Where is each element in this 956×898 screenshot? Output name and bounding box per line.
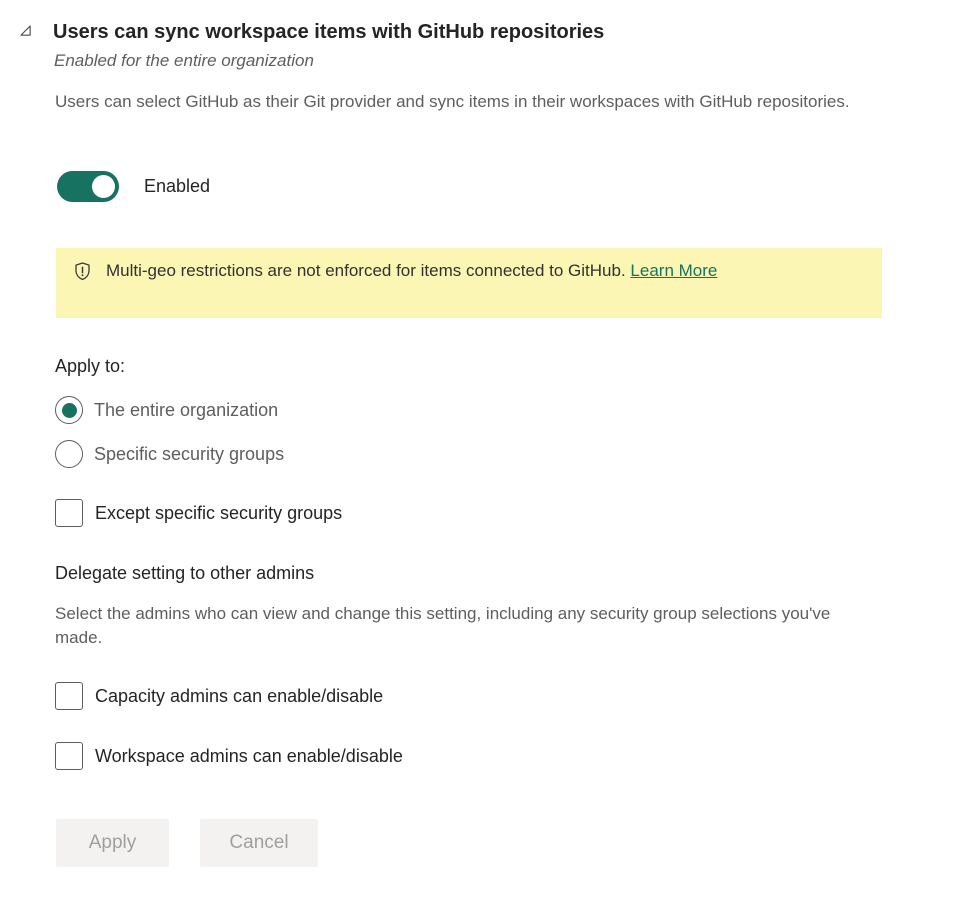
- radio-label: Specific security groups: [94, 444, 284, 465]
- enabled-toggle[interactable]: [57, 171, 119, 202]
- checkbox-except-security-groups[interactable]: Except specific security groups: [55, 499, 342, 527]
- checkbox-capacity-admins[interactable]: Capacity admins can enable/disable: [55, 682, 383, 710]
- tenant-setting-panel: Users can sync workspace items with GitH…: [0, 0, 956, 898]
- checkbox-label: Workspace admins can enable/disable: [95, 746, 403, 767]
- radio-entire-organization[interactable]: The entire organization: [55, 396, 278, 424]
- radio-specific-security-groups[interactable]: Specific security groups: [55, 440, 284, 468]
- setting-status-line: Enabled for the entire organization: [54, 51, 314, 71]
- action-buttons: Apply Cancel: [56, 819, 318, 867]
- enabled-toggle-row: Enabled: [57, 171, 210, 202]
- checkbox-box[interactable]: [55, 742, 83, 770]
- apply-button[interactable]: Apply: [56, 819, 169, 867]
- learn-more-link[interactable]: Learn More: [630, 261, 717, 280]
- multi-geo-warning-banner: Multi-geo restrictions are not enforced …: [56, 248, 882, 318]
- collapse-triangle-icon[interactable]: [19, 24, 32, 37]
- checkbox-label: Capacity admins can enable/disable: [95, 686, 383, 707]
- banner-text: Multi-geo restrictions are not enforced …: [106, 258, 811, 283]
- radio-button-unselected[interactable]: [55, 440, 83, 468]
- delegate-heading: Delegate setting to other admins: [55, 563, 314, 584]
- cancel-button[interactable]: Cancel: [200, 819, 318, 867]
- toggle-knob: [92, 175, 115, 198]
- banner-message: Multi-geo restrictions are not enforced …: [106, 261, 626, 280]
- apply-to-label: Apply to:: [55, 356, 125, 377]
- checkbox-box[interactable]: [55, 682, 83, 710]
- toggle-state-label: Enabled: [144, 176, 210, 197]
- checkbox-box[interactable]: [55, 499, 83, 527]
- setting-title: Users can sync workspace items with GitH…: [53, 19, 604, 46]
- shield-alert-icon: [72, 261, 93, 287]
- delegate-description: Select the admins who can view and chang…: [55, 602, 860, 650]
- checkbox-label: Except specific security groups: [95, 503, 342, 524]
- radio-label: The entire organization: [94, 400, 278, 421]
- radio-button-selected[interactable]: [55, 396, 83, 424]
- checkbox-workspace-admins[interactable]: Workspace admins can enable/disable: [55, 742, 403, 770]
- setting-description: Users can select GitHub as their Git pro…: [55, 90, 855, 114]
